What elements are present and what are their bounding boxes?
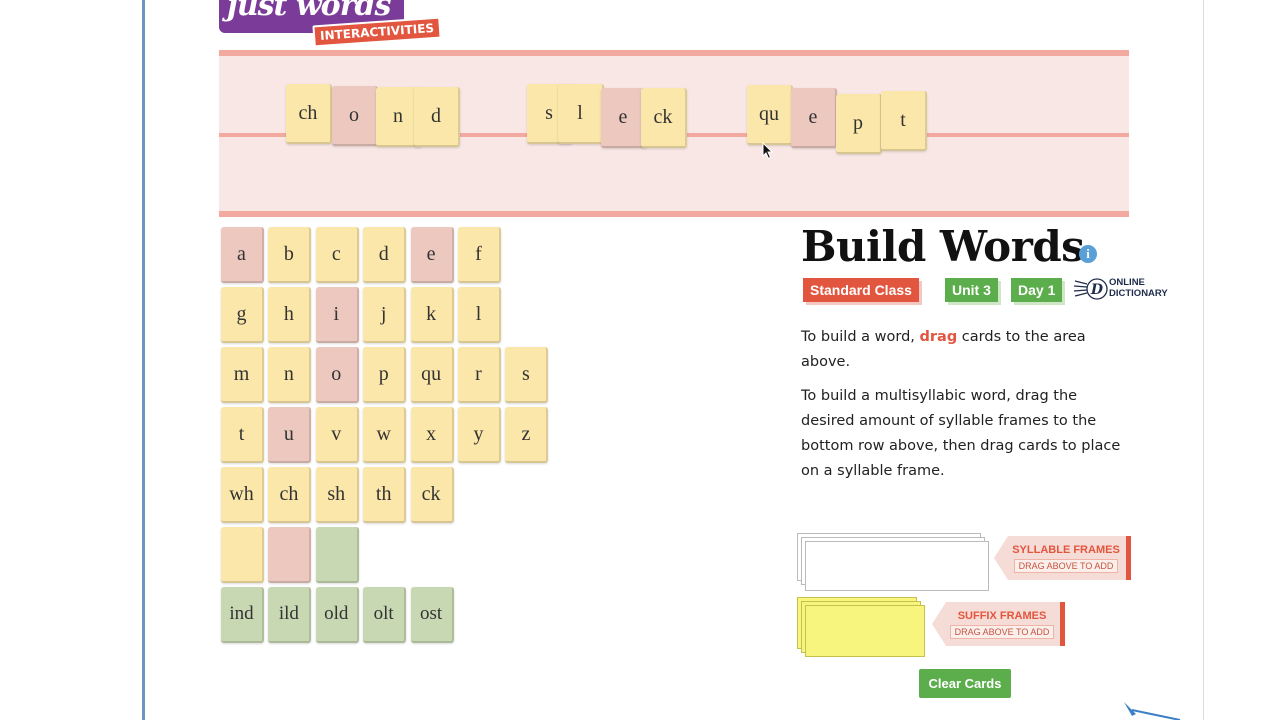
dictionary-icon: D <box>1073 278 1108 300</box>
letter-card[interactable]: i <box>315 287 359 343</box>
letter-card[interactable]: l <box>458 287 501 343</box>
blank-card[interactable] <box>268 527 312 583</box>
letter-card[interactable]: b <box>268 227 312 283</box>
letter-card[interactable]: j <box>363 287 407 343</box>
pen-icon <box>1124 702 1181 720</box>
dictionary-label-line2: DICTIONARY <box>1109 288 1168 299</box>
word-build-area[interactable]: ch o n d s l e ck qu e p t <box>219 50 1129 217</box>
build-card[interactable]: ck <box>641 88 687 148</box>
instructions-drag-word: drag <box>919 329 958 345</box>
suffix-frame-stack[interactable] <box>797 597 937 659</box>
online-dictionary-link[interactable]: D ONLINE DICTIONARY <box>1073 276 1183 304</box>
instructions-text-before: To build a word, <box>801 329 920 345</box>
letter-card[interactable]: ild <box>268 587 312 643</box>
letter-card[interactable]: o <box>315 347 359 403</box>
letter-card[interactable]: c <box>315 227 359 283</box>
letter-card[interactable]: t <box>221 407 264 463</box>
build-card[interactable]: d <box>414 87 460 147</box>
syllable-frames-label: SYLLABLE FRAMES DRAG ABOVE TO ADD <box>994 536 1131 580</box>
letter-card[interactable]: u <box>268 407 312 463</box>
suffix-frame-sheet <box>805 605 925 657</box>
letter-card[interactable]: f <box>458 227 501 283</box>
suffix-frames-label: SUFFIX FRAMES DRAG ABOVE TO ADD <box>932 602 1065 646</box>
letter-card[interactable]: d <box>363 227 407 283</box>
suffix-frames-title: SUFFIX FRAMES <box>957 609 1047 622</box>
build-card[interactable]: l <box>558 84 604 144</box>
page-title: Build Words <box>801 222 1085 271</box>
class-badge: Standard Class <box>803 278 919 302</box>
syllable-frame-stack[interactable] <box>797 533 995 593</box>
letter-card[interactable]: wh <box>221 467 264 523</box>
clear-cards-button[interactable]: Clear Cards <box>919 669 1011 698</box>
letter-card[interactable]: ost <box>410 587 454 643</box>
just-words-logo: just words INTERACTIVITIES <box>219 0 459 54</box>
letter-card[interactable]: w <box>363 407 407 463</box>
letter-card[interactable]: qu <box>410 347 454 403</box>
letter-card[interactable]: r <box>458 347 501 403</box>
letter-card[interactable]: m <box>221 347 264 403</box>
syllable-frames-title: SYLLABLE FRAMES <box>1012 543 1120 556</box>
dictionary-label-line1: ONLINE <box>1109 277 1145 288</box>
instructions-multisyllabic: To build a multisyllabic word, drag the … <box>801 388 1121 479</box>
letter-card[interactable]: sh <box>315 467 359 523</box>
dictionary-letter: D <box>1090 282 1104 298</box>
letter-card[interactable]: x <box>410 407 454 463</box>
build-card[interactable]: o <box>332 86 378 146</box>
letter-card[interactable]: th <box>363 467 407 523</box>
letter-card[interactable]: y <box>458 407 501 463</box>
letter-card[interactable]: old <box>315 587 359 643</box>
letter-card[interactable]: ind <box>221 587 264 643</box>
build-card[interactable]: p <box>836 94 882 154</box>
instructions-single-word: To build a word, drag cards to the area … <box>801 325 1121 375</box>
build-card[interactable]: e <box>791 88 837 148</box>
letter-card[interactable]: v <box>315 407 359 463</box>
syllable-frame-sheet <box>805 541 989 591</box>
letter-card[interactable]: g <box>221 287 264 343</box>
letter-card[interactable]: olt <box>363 587 407 643</box>
cursor-icon <box>762 142 774 160</box>
day-badge: Day 1 <box>1011 278 1063 302</box>
blank-card[interactable] <box>221 527 264 583</box>
letter-card[interactable]: z <box>505 407 549 463</box>
letter-card[interactable]: k <box>410 287 454 343</box>
letter-card[interactable]: ck <box>410 467 454 523</box>
letter-card[interactable]: e <box>410 227 454 283</box>
letter-card[interactable]: p <box>363 347 407 403</box>
letter-card[interactable]: h <box>268 287 312 343</box>
logo-wordmark: just words <box>227 0 391 23</box>
suffix-frames-hint: DRAG ABOVE TO ADD <box>949 624 1055 639</box>
build-card[interactable]: ch <box>286 84 332 144</box>
letter-card[interactable]: s <box>505 347 549 403</box>
blank-card[interactable] <box>315 527 359 583</box>
unit-badge: Unit 3 <box>945 278 998 302</box>
letter-card[interactable]: n <box>268 347 312 403</box>
letter-card[interactable]: a <box>221 227 264 283</box>
info-icon[interactable]: i <box>1079 245 1097 263</box>
letter-card[interactable]: ch <box>268 467 312 523</box>
dictionary-label: ONLINE DICTIONARY <box>1109 277 1183 299</box>
build-card[interactable]: t <box>881 91 927 151</box>
build-card[interactable]: qu <box>747 85 793 145</box>
syllable-frames-hint: DRAG ABOVE TO ADD <box>1013 558 1119 573</box>
